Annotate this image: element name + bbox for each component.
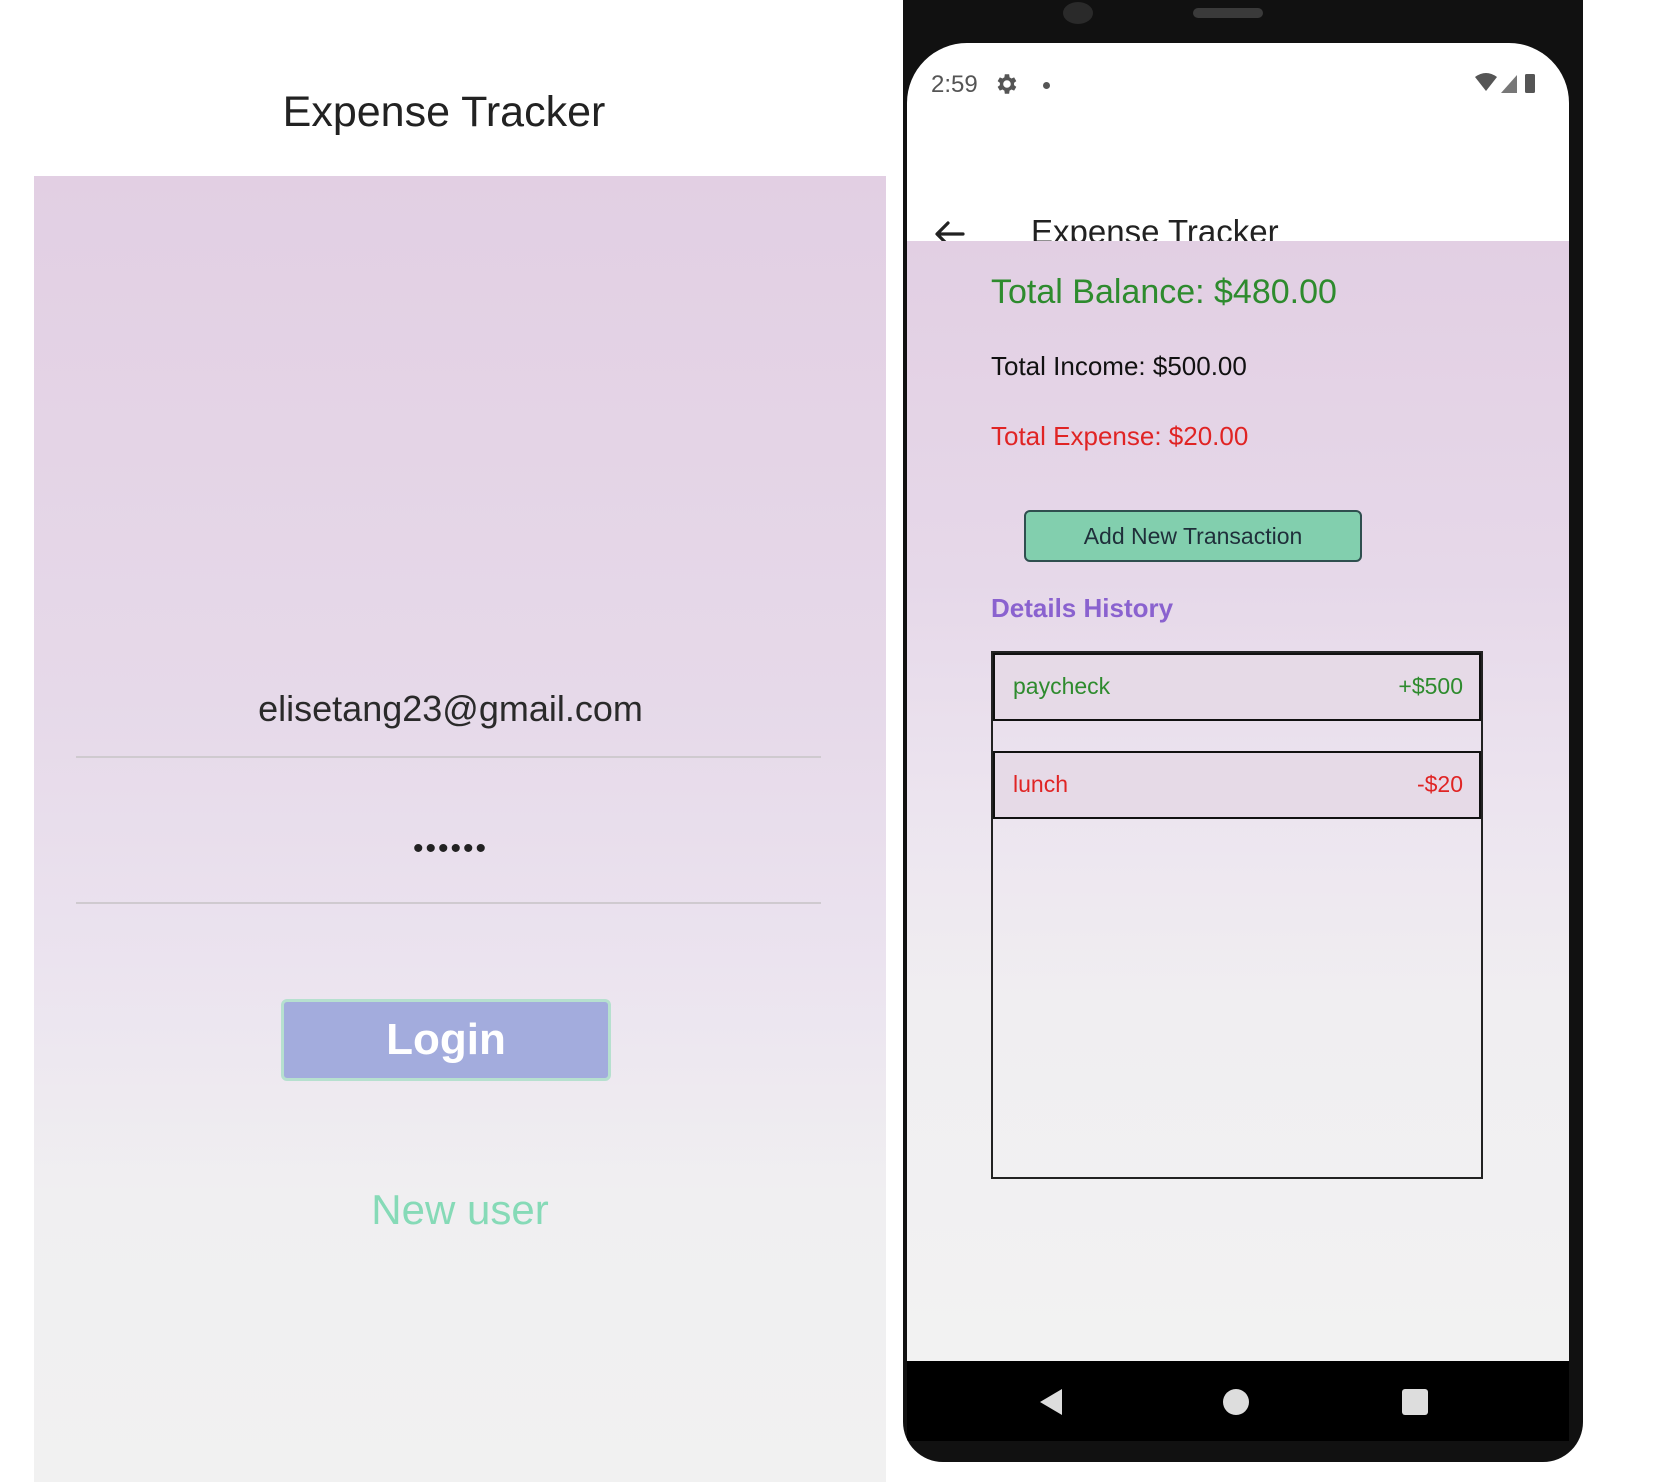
total-income: Total Income: $500.00 [991,351,1247,381]
status-time: 2:59 [931,71,978,98]
home-circle-icon[interactable] [1223,1389,1249,1415]
notification-dot-icon [1043,82,1050,89]
login-page-title: Expense Tracker [282,88,606,136]
battery-icon [1525,74,1535,93]
signal-icon [1501,75,1517,93]
transaction-name: paycheck [1013,673,1111,699]
transaction-name: lunch [1013,771,1068,797]
transaction-row[interactable]: lunch -$20 [993,751,1481,819]
total-expense: Total Expense: $20.00 [991,421,1249,451]
recents-square-icon[interactable] [1402,1389,1428,1415]
status-icons [1473,71,1543,102]
transaction-row[interactable]: paycheck +$500 [993,653,1481,721]
details-history-heading: Details History [991,593,1174,623]
new-user-link[interactable]: New user [34,1186,886,1234]
camera-icon [1063,2,1093,24]
password-input[interactable] [76,818,825,880]
total-balance: Total Balance: $480.00 [991,273,1337,311]
add-transaction-button[interactable]: Add New Transaction [1024,510,1362,562]
transaction-amount: -$20 [1416,771,1463,797]
email-underline [76,756,821,758]
email-input[interactable] [76,678,825,740]
history-list[interactable]: paycheck +$500 lunch -$20 [991,651,1483,1179]
transaction-amount: +$500 [1398,673,1463,699]
login-panel: Login New user [34,176,886,1482]
password-underline [76,902,821,904]
gear-icon [993,71,1019,102]
phone-screen: 2:59 Expense Tracker Total Balance: $480… [907,43,1569,1361]
app-bar: Expense Tracker [907,131,1569,250]
phone-frame: 2:59 Expense Tracker Total Balance: $480… [903,0,1583,1462]
navigation-bar [907,1361,1569,1441]
back-triangle-icon[interactable] [1038,1387,1064,1422]
status-bar: 2:59 [907,43,1569,123]
wifi-icon [1475,73,1497,91]
main-content: Total Balance: $480.00 Total Income: $50… [907,241,1569,1361]
speaker-grille [1193,8,1263,18]
login-button[interactable]: Login [281,999,611,1081]
